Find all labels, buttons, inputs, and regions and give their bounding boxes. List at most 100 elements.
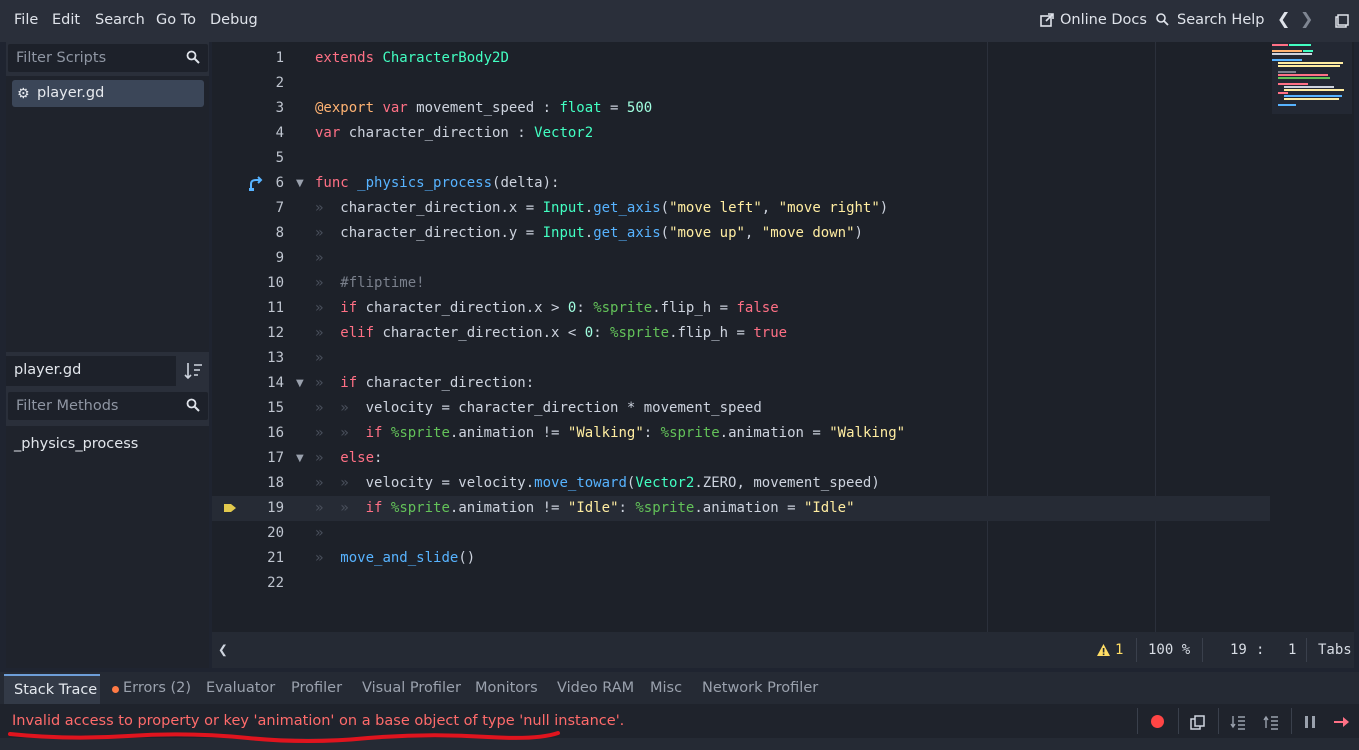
- code-token: var: [382, 100, 417, 116]
- code-token: if: [365, 500, 391, 516]
- code-token: Input: [542, 225, 585, 241]
- method-item-physics-process[interactable]: _physics_process: [14, 436, 138, 452]
- sort-icon[interactable]: [184, 360, 204, 382]
- breakpoint-icon[interactable]: [1151, 715, 1164, 728]
- tab-stack-trace[interactable]: Stack Trace: [4, 674, 100, 706]
- pause-icon[interactable]: [1303, 715, 1317, 729]
- filter-scripts-input[interactable]: Filter Scripts: [8, 44, 208, 72]
- code-token: false: [736, 300, 779, 316]
- code-token: Vector2: [534, 125, 594, 141]
- tab-profiler[interactable]: Profiler: [291, 680, 342, 696]
- code-token: _physics_process: [357, 175, 493, 191]
- zoom-level[interactable]: 100 %: [1148, 642, 1190, 658]
- warning-count[interactable]: 1: [1115, 642, 1123, 658]
- tab-errors[interactable]: Errors (2): [123, 680, 191, 696]
- code-token: character_direction.y =: [340, 225, 543, 241]
- code-token: ,: [761, 200, 779, 216]
- copy-icon[interactable]: [1190, 715, 1205, 730]
- tab-misc[interactable]: Misc: [650, 680, 682, 696]
- script-list: ⚙ player.gd: [6, 76, 209, 352]
- distraction-free-icon[interactable]: [1335, 14, 1349, 28]
- filter-methods-input[interactable]: Filter Methods: [8, 392, 208, 420]
- tab-monitors[interactable]: Monitors: [475, 680, 538, 696]
- toggle-scripts-panel-icon[interactable]: ❮: [218, 640, 228, 659]
- code-token: "move down": [761, 225, 855, 241]
- line-number: 2: [275, 75, 284, 91]
- toolbar-separator: [1291, 708, 1292, 734]
- line-number: 14: [267, 375, 284, 391]
- step-into-icon[interactable]: [1230, 714, 1246, 730]
- toolbar-separator: [1178, 708, 1179, 734]
- menu-debug[interactable]: Debug: [210, 12, 258, 28]
- online-docs-label: Online Docs: [1060, 12, 1147, 28]
- line-number: 1: [275, 50, 284, 66]
- code-token: %sprite: [390, 425, 450, 441]
- code-token: %sprite: [635, 500, 695, 516]
- history-forward-icon[interactable]: ❯: [1300, 9, 1313, 28]
- line-number: 17: [267, 450, 284, 466]
- online-docs-button[interactable]: Online Docs: [1040, 12, 1147, 28]
- scripts-panel: Filter Scripts ⚙ player.gd player.gd Fil…: [6, 42, 209, 668]
- code-token: »: [315, 275, 341, 291]
- error-dot-icon: [112, 686, 119, 693]
- fold-chevron-icon[interactable]: ▼: [296, 178, 304, 189]
- code-token: float: [559, 100, 602, 116]
- cursor-separator: :: [1256, 642, 1265, 658]
- code-token: »: [315, 550, 341, 566]
- code-token: movement_speed :: [416, 100, 560, 116]
- override-method-icon[interactable]: [248, 176, 264, 192]
- tab-video-ram[interactable]: Video RAM: [557, 680, 634, 696]
- red-underline-annotation: [8, 731, 560, 743]
- history-back-icon[interactable]: ❮: [1277, 9, 1290, 28]
- filter-scripts-placeholder: Filter Scripts: [16, 50, 107, 66]
- code-token: »: [315, 400, 341, 416]
- minimap[interactable]: [1272, 42, 1352, 114]
- step-over-icon[interactable]: [1263, 714, 1279, 730]
- line-number: 18: [267, 475, 284, 491]
- continue-icon[interactable]: [1333, 715, 1351, 729]
- code-token: elif: [340, 325, 383, 341]
- code-line: » elif character_direction.x < 0: %sprit…: [315, 321, 787, 346]
- code-token: (): [458, 550, 476, 566]
- code-token: func: [315, 175, 358, 191]
- tab-evaluator[interactable]: Evaluator: [206, 680, 275, 696]
- code-token: .ZERO, movement_speed): [694, 475, 880, 491]
- external-link-icon: [1040, 13, 1054, 27]
- code-token: =: [601, 100, 627, 116]
- code-line: » else:: [315, 446, 382, 471]
- code-token: move_and_slide: [340, 550, 459, 566]
- code-token: "Walking": [829, 425, 906, 441]
- menu-file[interactable]: File: [14, 12, 38, 28]
- toolbar-separator: [1137, 708, 1138, 734]
- indent-mode[interactable]: Tabs: [1318, 642, 1352, 658]
- code-token: true: [753, 325, 788, 341]
- line-number: 9: [275, 250, 284, 266]
- code-token: character_direction.x <: [382, 325, 585, 341]
- menu-go-to[interactable]: Go To: [156, 12, 196, 28]
- warning-icon[interactable]: [1096, 643, 1111, 657]
- code-token: %sprite: [593, 300, 653, 316]
- script-item-player[interactable]: ⚙ player.gd: [12, 80, 204, 107]
- code-token: .animation =: [719, 425, 830, 441]
- tab-visual-profiler[interactable]: Visual Profiler: [362, 680, 461, 696]
- search-help-label: Search Help: [1177, 12, 1265, 28]
- tab-network-profiler[interactable]: Network Profiler: [702, 680, 818, 696]
- code-token: 500: [626, 100, 653, 116]
- code-token: »: [315, 450, 341, 466]
- fold-chevron-icon[interactable]: ▼: [296, 378, 304, 389]
- code-token: else: [340, 450, 375, 466]
- code-editor[interactable]: 1 2 3 4 5 6 ▼ 7 8 9 10 11 12 13 14 ▼ 15 16 17 ▼ 18 19 20 21 22 e…: [212, 42, 1354, 632]
- menu-search[interactable]: Search: [95, 12, 145, 28]
- menu-edit[interactable]: Edit: [52, 12, 80, 28]
- filter-methods-placeholder: Filter Methods: [16, 398, 119, 414]
- code-token: if: [340, 375, 366, 391]
- code-token: %sprite: [610, 325, 670, 341]
- line-number: 8: [275, 225, 284, 241]
- code-line: »: [315, 346, 323, 371]
- code-line: extends CharacterBody2D: [315, 46, 509, 71]
- code-token: »: [315, 350, 324, 366]
- fold-chevron-icon[interactable]: ▼: [296, 453, 304, 464]
- script-item-label: player.gd: [37, 85, 105, 101]
- code-token: character_direction.x =: [340, 200, 543, 216]
- search-help-button[interactable]: Search Help: [1155, 12, 1264, 28]
